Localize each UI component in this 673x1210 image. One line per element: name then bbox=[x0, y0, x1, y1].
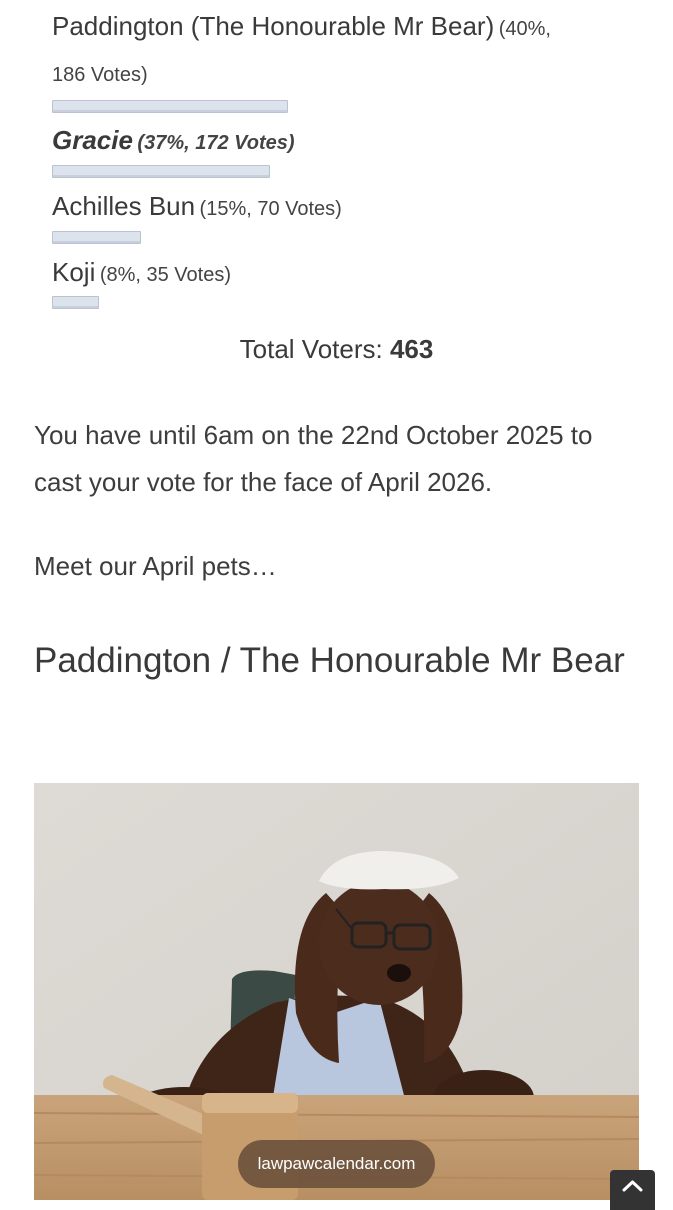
pet-photo bbox=[34, 783, 639, 1200]
scroll-to-top-button[interactable] bbox=[610, 1170, 655, 1210]
poll-option-name: Achilles Bun bbox=[52, 191, 196, 221]
total-voters-label: Total Voters: bbox=[239, 334, 383, 364]
total-voters: Total Voters: 463 bbox=[0, 334, 673, 365]
poll-option-koji: Koji (8%, 35 Votes) bbox=[52, 254, 231, 295]
deadline-text: You have until 6am on the 22nd October 2… bbox=[34, 420, 593, 497]
pet-heading: Paddington / The Honourable Mr Bear bbox=[34, 641, 625, 680]
chevron-up-icon bbox=[622, 1180, 643, 1192]
poll-bar-koji bbox=[52, 296, 99, 309]
meet-pets-text: Meet our April pets… bbox=[34, 551, 277, 581]
poll-option-name: Paddington (The Honourable Mr Bear) bbox=[52, 11, 495, 41]
poll-option-gracie: Gracie (37%, 172 Votes) bbox=[52, 122, 295, 163]
poll-option-name: Gracie bbox=[52, 125, 133, 155]
total-voters-value: 463 bbox=[389, 334, 434, 364]
poll-option-meta-continued: 186 Votes) bbox=[52, 60, 148, 92]
poll-bar-paddington bbox=[52, 100, 288, 113]
poll-option-meta: (40%, bbox=[498, 18, 551, 40]
watermark-pill: lawpawcalendar.com bbox=[238, 1140, 435, 1188]
poll-option-meta: 186 Votes) bbox=[52, 64, 148, 86]
poll-option-name: Koji bbox=[52, 257, 96, 287]
poll-option-achilles-bun: Achilles Bun (15%, 70 Votes) bbox=[52, 188, 342, 229]
poll-option-meta: (37%, 172 Votes) bbox=[137, 132, 295, 154]
poll-option-meta: (8%, 35 Votes) bbox=[99, 264, 231, 286]
poll-option-paddington: Paddington (The Honourable Mr Bear) (40%… bbox=[52, 8, 551, 49]
poll-bar-achilles-bun bbox=[52, 231, 141, 244]
poll-bar-gracie bbox=[52, 165, 270, 178]
poll-option-meta: (15%, 70 Votes) bbox=[199, 198, 342, 220]
